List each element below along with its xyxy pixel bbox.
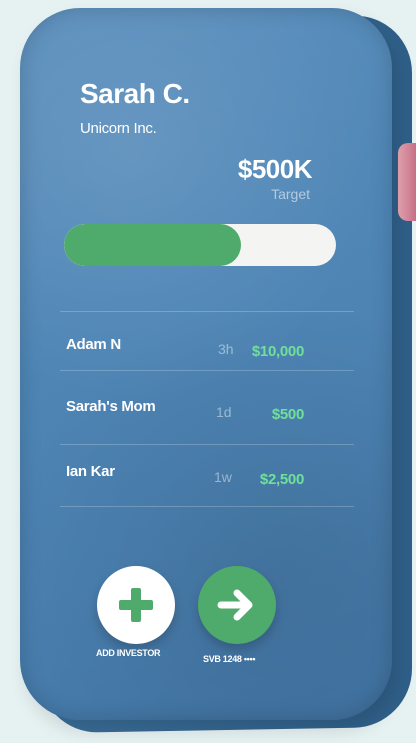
stage: Sarah C. Unicorn Inc. $500K Target Adam … — [0, 0, 416, 743]
target-label: Target — [271, 186, 310, 202]
divider — [60, 311, 354, 312]
investor-time: 1w — [214, 469, 232, 485]
add-investor-label: ADD INVESTOR — [96, 648, 161, 658]
profile-name: Sarah C. — [80, 78, 190, 109]
investor-name: Sarah's Mom — [66, 398, 156, 415]
divider — [60, 370, 354, 371]
device-screen: Sarah C. Unicorn Inc. $500K Target Adam … — [20, 8, 392, 720]
investor-amount: $10,000 — [251, 343, 304, 360]
divider — [60, 506, 354, 507]
plus-icon — [119, 588, 153, 622]
funding-progress-bar — [64, 224, 336, 266]
investor-time: 1d — [216, 404, 232, 420]
profile-company: Unicorn Inc. — [80, 120, 157, 137]
investor-name: Ian Kar — [66, 463, 115, 480]
side-button[interactable] — [398, 143, 416, 221]
arrow-right-icon — [217, 589, 253, 621]
funding-progress-fill — [64, 224, 241, 266]
add-investor-button[interactable] — [97, 566, 175, 644]
target-amount: $500K — [237, 154, 313, 184]
account-label: SVB 1248 •••• — [203, 654, 256, 664]
transfer-button[interactable] — [198, 566, 276, 644]
investor-name: Adam N — [66, 336, 121, 353]
divider — [60, 444, 354, 445]
investor-amount: $500 — [271, 406, 304, 423]
investor-amount: $2,500 — [259, 471, 304, 488]
investor-time: 3h — [218, 341, 234, 357]
